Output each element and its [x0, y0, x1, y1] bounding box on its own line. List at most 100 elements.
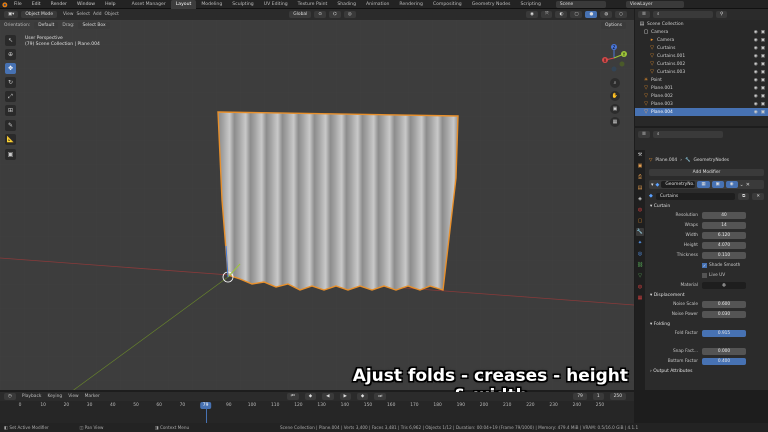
- eye-icon[interactable]: ◉: [754, 110, 758, 115]
- eye-icon[interactable]: ◉: [754, 30, 758, 35]
- modifier-tab-icon[interactable]: 🔧: [636, 228, 644, 236]
- section-displacement[interactable]: ▾ Displacement: [647, 291, 768, 300]
- properties-search-input[interactable]: ⌕: [652, 130, 723, 138]
- collapse-chevron-icon[interactable]: ▾: [651, 182, 654, 188]
- navigation-gizmo[interactable]: Z Y X: [598, 42, 630, 76]
- eye-icon[interactable]: ◉: [754, 94, 758, 99]
- select-cursor-icon[interactable]: ↖: [5, 35, 16, 46]
- tool-tab-icon[interactable]: ⚒: [636, 151, 644, 159]
- menu-marker[interactable]: Marker: [85, 394, 100, 399]
- pivot-icon[interactable]: ⊙: [314, 11, 326, 18]
- menu-timeline-view[interactable]: View: [68, 394, 78, 399]
- menu-render[interactable]: Render: [46, 0, 72, 9]
- play-reverse-icon[interactable]: ◀: [322, 393, 334, 400]
- physics-tab-icon[interactable]: ◎: [636, 250, 644, 258]
- scale-tool-icon[interactable]: ⤢: [5, 91, 16, 102]
- grid-toggle-icon[interactable]: ▦: [610, 117, 620, 127]
- outliner-search-input[interactable]: ⌕: [652, 11, 713, 18]
- tab-modeling[interactable]: Modeling: [196, 0, 227, 9]
- tab-layout[interactable]: Layout: [170, 0, 197, 9]
- render-camera-icon[interactable]: ▣: [761, 46, 765, 51]
- blender-logo-icon[interactable]: [0, 0, 9, 9]
- render-camera-icon[interactable]: ▣: [761, 102, 765, 107]
- timeline-editor-icon[interactable]: ◷: [4, 393, 16, 400]
- render-camera-icon[interactable]: ▣: [761, 70, 765, 75]
- play-icon[interactable]: ▶: [339, 393, 351, 400]
- transform-orientation-selector[interactable]: Global: [289, 11, 312, 18]
- rendered-shading-icon[interactable]: ○: [615, 11, 628, 18]
- menu-object[interactable]: Object: [105, 12, 119, 17]
- output-tab-icon[interactable]: ⎙: [636, 173, 644, 181]
- outliner-scene-collection[interactable]: ▤ Scene Collection: [635, 20, 768, 28]
- mode-selector[interactable]: Object Mode: [21, 11, 58, 18]
- noise-power-input[interactable]: 0.030: [702, 310, 746, 318]
- outliner-item-curtains-001[interactable]: ▽ Curtains.001 ◉ ▣: [635, 52, 768, 60]
- object-tab-icon[interactable]: ▢: [636, 217, 644, 225]
- viewport-toggle-icon[interactable]: ▣: [711, 181, 724, 188]
- current-frame-field[interactable]: 79: [573, 393, 587, 400]
- tab-asset-manager[interactable]: Asset Manager: [127, 0, 171, 9]
- orientation-selector[interactable]: Default: [34, 21, 59, 29]
- jump-start-icon[interactable]: ⏮: [286, 393, 299, 400]
- constraints-tab-icon[interactable]: ⛓: [636, 261, 644, 269]
- eye-icon[interactable]: ◉: [754, 70, 758, 75]
- next-key-icon[interactable]: ◆: [356, 393, 369, 400]
- proportional-edit-icon[interactable]: ◎: [343, 11, 356, 18]
- transform-tool-icon[interactable]: ⊞: [5, 105, 16, 116]
- options-dropdown[interactable]: Options: [601, 21, 626, 29]
- particles-tab-icon[interactable]: ✦: [636, 239, 644, 247]
- render-toggle-icon[interactable]: ◉: [725, 181, 738, 188]
- remove-modifier-icon[interactable]: ✕: [746, 182, 750, 188]
- section-folding[interactable]: ▾ Folding: [647, 320, 768, 329]
- solid-shading-icon[interactable]: ●: [585, 11, 598, 18]
- move-tool-icon[interactable]: ✥: [5, 63, 16, 74]
- outliner-item-camera[interactable]: ▸ Camera ◉ ▣: [635, 36, 768, 44]
- tab-uv-editing[interactable]: UV Editing: [259, 0, 293, 9]
- outliner-item-curtains[interactable]: ▽ Curtains ◉ ▣: [635, 44, 768, 52]
- add-modifier-button[interactable]: Add Modifier: [649, 169, 764, 176]
- snap-factor-input[interactable]: 0.000: [702, 347, 746, 355]
- tab-texture-paint[interactable]: Texture Paint: [293, 0, 333, 9]
- cursor-tool-icon[interactable]: ⊕: [5, 49, 16, 60]
- tab-rendering[interactable]: Rendering: [394, 0, 427, 9]
- noise-scale-input[interactable]: 0.600: [702, 300, 746, 308]
- outliner-item-plane-002[interactable]: ▽ Plane.002 ◉ ▣: [635, 92, 768, 100]
- visibility-icon[interactable]: ◉: [526, 11, 538, 18]
- menu-edit[interactable]: Edit: [27, 0, 46, 9]
- view-layer-tab-icon[interactable]: ▤: [636, 184, 644, 192]
- menu-select[interactable]: Select: [76, 12, 90, 17]
- measure-tool-icon[interactable]: 📐: [5, 134, 16, 145]
- gizmo-toggle-icon[interactable]: ⤧: [540, 11, 553, 18]
- render-camera-icon[interactable]: ▣: [761, 78, 765, 83]
- tab-animation[interactable]: Animation: [361, 0, 394, 9]
- playhead[interactable]: 79: [199, 402, 212, 409]
- modifier-name-field[interactable]: GeometryNo...: [661, 181, 696, 188]
- render-camera-icon[interactable]: ▣: [761, 110, 765, 115]
- material-shading-icon[interactable]: ◍: [600, 11, 613, 18]
- render-camera-icon[interactable]: ▣: [761, 54, 765, 59]
- drag-selector[interactable]: Select Box: [78, 21, 110, 29]
- render-tab-icon[interactable]: ▣: [636, 162, 644, 170]
- render-camera-icon[interactable]: ▣: [761, 94, 765, 99]
- render-camera-icon[interactable]: ▣: [761, 30, 765, 35]
- eye-icon[interactable]: ◉: [754, 38, 758, 43]
- tab-compositing[interactable]: Compositing: [428, 0, 467, 9]
- section-output-attributes[interactable]: › Output Attributes: [647, 367, 768, 376]
- world-tab-icon[interactable]: ◍: [636, 206, 644, 214]
- outliner-item-camera-collection[interactable]: ▢ Camera ◉ ▣: [635, 28, 768, 36]
- pan-hand-icon[interactable]: ✋: [610, 91, 620, 101]
- menu-view[interactable]: View: [63, 12, 73, 17]
- editor-type-icon[interactable]: ▣▾: [4, 11, 19, 18]
- outliner-item-plane-004[interactable]: ▽ Plane.004 ◉ ▣: [635, 108, 768, 116]
- shade-smooth-checkbox[interactable]: ✓: [702, 262, 707, 268]
- filter-icon[interactable]: ⚲: [715, 11, 728, 18]
- jump-end-icon[interactable]: ⏭: [374, 393, 387, 400]
- eye-icon[interactable]: ◉: [754, 86, 758, 91]
- end-frame-field[interactable]: 250: [609, 393, 627, 400]
- eye-icon[interactable]: ◉: [754, 46, 758, 51]
- tab-geometry-nodes[interactable]: Geometry Nodes: [467, 0, 516, 9]
- menu-window[interactable]: Window: [72, 0, 100, 9]
- fold-factor-input[interactable]: 0.915: [702, 329, 746, 337]
- tab-shading[interactable]: Shading: [332, 0, 361, 9]
- render-camera-icon[interactable]: ▣: [761, 86, 765, 91]
